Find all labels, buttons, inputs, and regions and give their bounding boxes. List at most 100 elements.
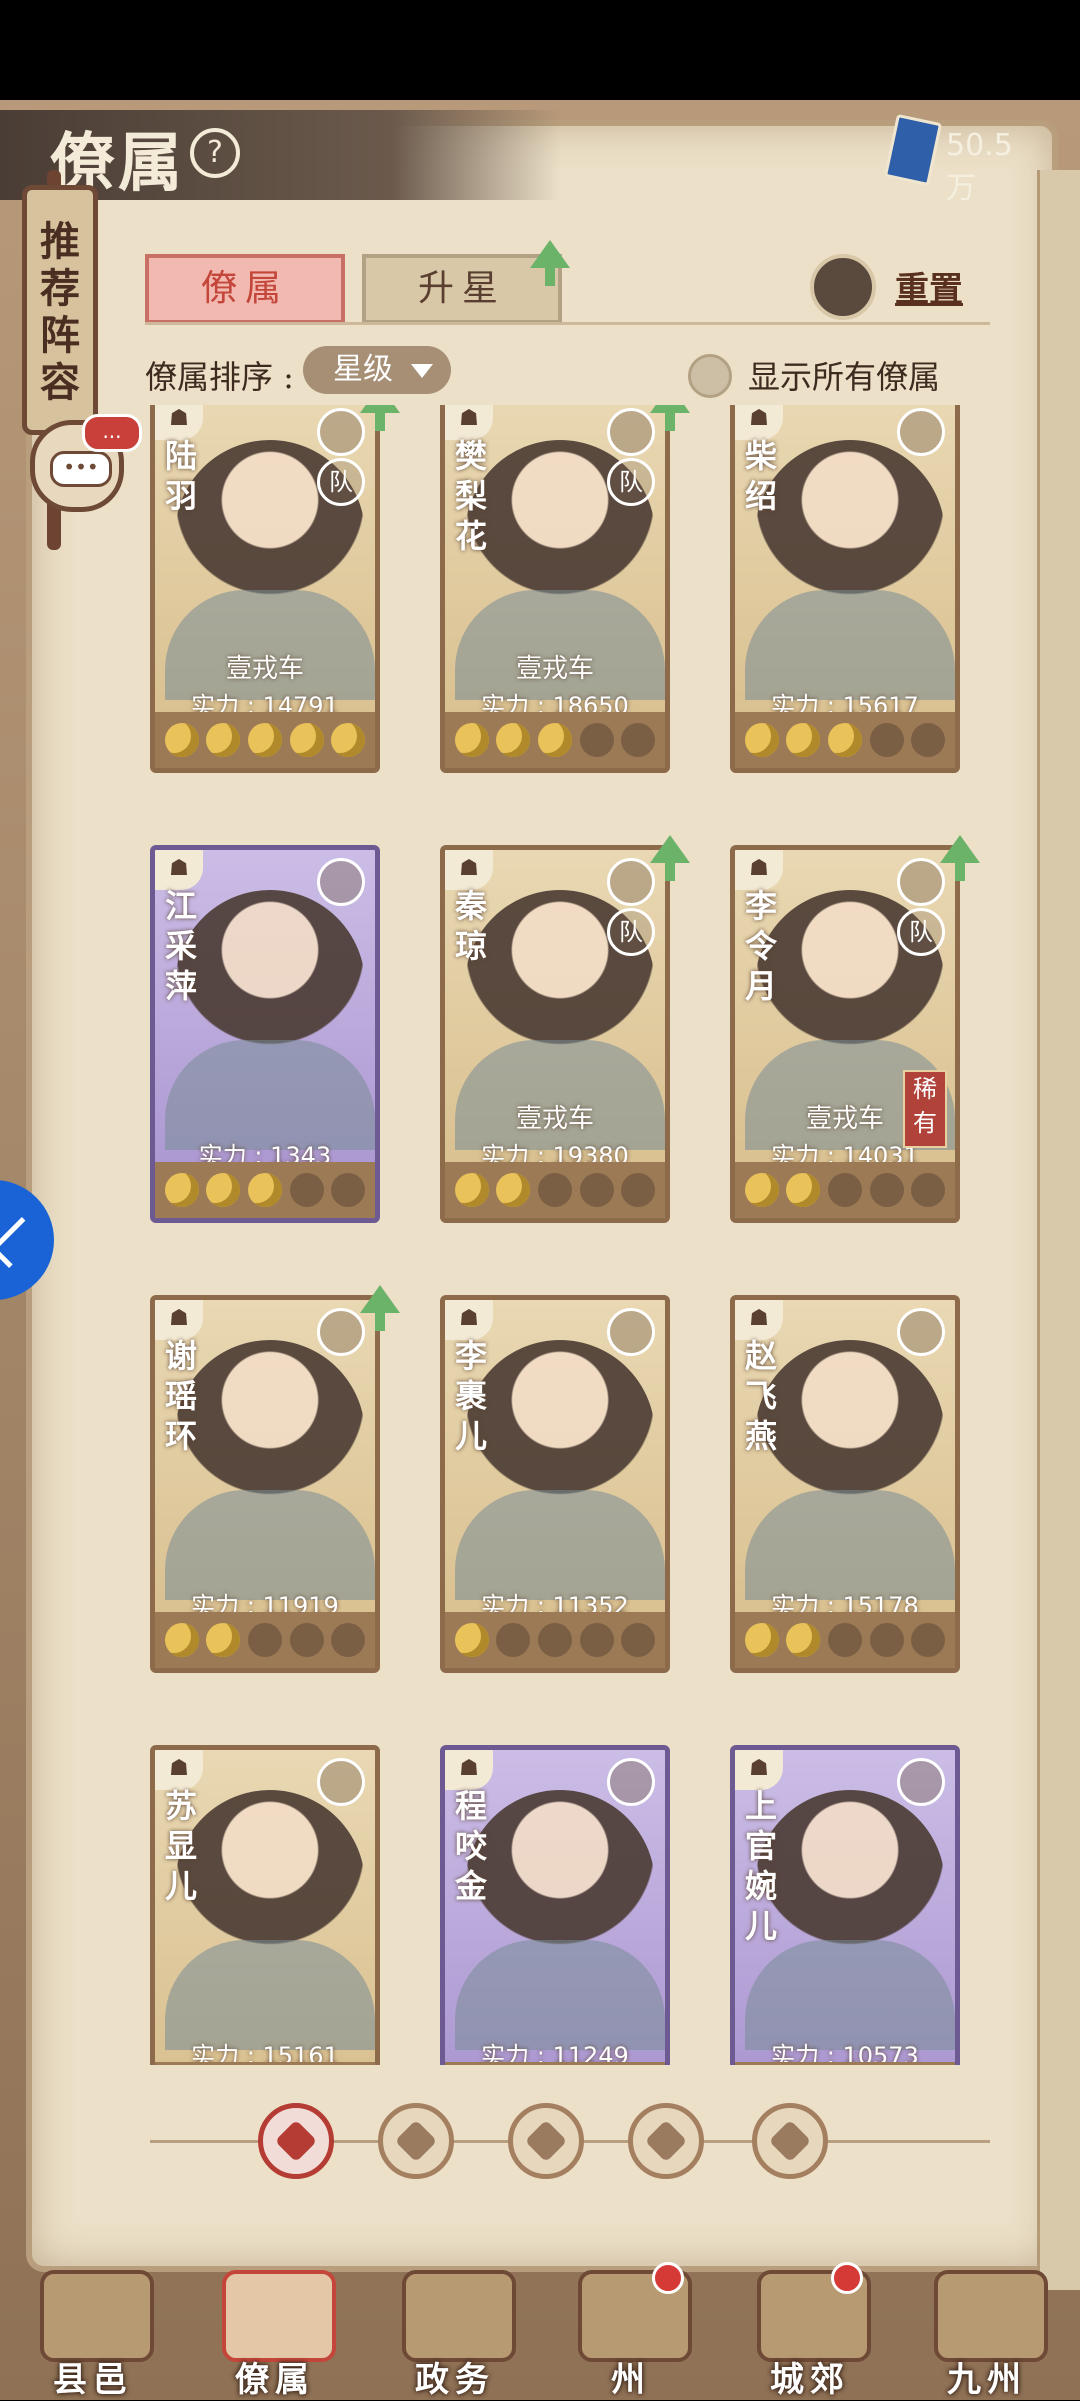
class-icon: ☗ [735,850,783,890]
moon-star-filled-icon [206,723,241,757]
nav-item-3[interactable]: 州 [556,2240,706,2400]
fan-filter-icon[interactable] [628,2103,704,2179]
officer-card[interactable]: ☗ 江采萍 实力 : 1343 [150,845,380,1223]
officer-robe [455,1940,665,2050]
star-row [735,1612,955,1668]
nav-item-2[interactable]: 政务 [380,2240,530,2400]
moon-star-empty-icon [247,1623,282,1657]
tab-liaoshu[interactable]: 僚属 [145,254,345,324]
nav-building-icon [222,2270,336,2362]
nav-building-icon [934,2270,1048,2362]
power-value: 实力 : 15161 [191,2042,339,2065]
filter-glyph [274,2119,318,2163]
team-label: 壹戎车 [515,654,594,684]
chevron-down-icon [411,364,433,378]
notification-dot [831,2262,863,2294]
notification-dot [652,2262,684,2294]
moon-star-filled-icon [744,1623,779,1657]
officer-card[interactable]: ☗ 樊梨花队壹戎车 实力 : 18650 [440,405,670,773]
officer-card[interactable]: ☗ 上官婉儿 实力 : 10573 [730,1745,960,2065]
reset-icon[interactable] [810,254,876,320]
sort-label: 僚属排序 : [145,358,294,396]
header-divider [145,322,990,325]
moon-star-filled-icon [247,723,282,757]
filter-glyph [644,2119,688,2163]
moon-star-empty-icon [827,1623,862,1657]
rare-badge: 稀有 [903,1070,947,1148]
nav-building-icon [402,2270,516,2362]
officer-card[interactable]: ☗ 秦琼队壹戎车 实力 : 19380 [440,845,670,1223]
moon-star-empty-icon [331,1173,366,1207]
power-value: 实力 : 10573 [771,2042,919,2065]
officer-name: 秦琼 [454,887,487,965]
star-row [445,2062,665,2065]
currency-display[interactable]: 50.5万 [883,113,1040,206]
officer-card[interactable]: ☗ 苏显儿 实力 : 15161 [150,1745,380,2065]
officer-robe [165,1490,375,1600]
currency-value: 50.5万 [946,128,1013,206]
moon-star-empty-icon [621,1173,656,1207]
upgrade-arrow-icon [360,1285,400,1331]
officer-card[interactable]: ☗ 赵飞燕 实力 : 15178 [730,1295,960,1673]
gourd-filter-icon[interactable] [508,2103,584,2179]
nav-label: 县邑 [53,2360,133,2400]
weapon-icon [317,1308,365,1356]
nav-label: 州 [611,2360,651,2400]
team-badge-icon: 队 [897,908,945,956]
weapon-icon [897,1758,945,1806]
sort-selected-value: 星级 [333,352,393,387]
filter-glyph [394,2119,438,2163]
officer-name: 樊梨花 [454,437,487,555]
nav-label: 政务 [415,2360,495,2400]
upgrade-arrow-icon [650,835,690,881]
officer-name: 李裹儿 [454,1337,487,1455]
all-filter-icon[interactable] [258,2103,334,2179]
helmet-filter-icon[interactable] [378,2103,454,2179]
sort-dropdown[interactable]: 星级 [303,346,451,394]
officer-card[interactable]: ☗ 陆羽队壹戎车 实力 : 14791 [150,405,380,773]
star-row [445,712,665,768]
weapon-icon [897,408,945,456]
officer-name: 苏显儿 [164,1787,197,1905]
officer-robe [745,590,955,700]
moon-star-empty-icon [621,1623,656,1657]
team-label: 壹戎车 [515,1104,594,1134]
show-all-radio[interactable] [688,354,732,398]
officer-card[interactable]: ☗ 李裹儿 实力 : 11352 [440,1295,670,1673]
moon-star-filled-icon [537,723,572,757]
nav-item-5[interactable]: 九州 [912,2240,1062,2400]
show-all-label: 显示所有僚属 [748,358,941,396]
officer-card[interactable]: ☗ 李令月队壹戎车 实力 : 14031 稀有 [730,845,960,1223]
upgrade-arrow-icon [360,405,400,431]
officer-name: 谢瑶环 [164,1337,197,1455]
beast-filter-icon[interactable] [752,2103,828,2179]
star-row [735,1162,955,1218]
officer-robe [745,1940,955,2050]
officer-card[interactable]: ☗ 谢瑶环 实力 : 11919 [150,1295,380,1673]
officer-card[interactable]: ☗ 程咬金 实力 : 11249 [440,1745,670,2065]
star-row [155,712,375,768]
star-row [155,1612,375,1668]
status-bar-area [0,0,1080,100]
recommend-lineup-button[interactable]: 推荐阵容 [22,185,98,435]
reset-button[interactable]: 重置 [895,262,963,311]
moon-star-empty-icon [911,1623,946,1657]
moon-star-filled-icon [164,723,199,757]
power-value: 实力 : 11249 [481,2042,629,2065]
officer-card[interactable]: ☗ 柴绍 实力 : 15617 [730,405,960,773]
nav-item-0[interactable]: 县邑 [18,2240,168,2400]
moon-star-empty-icon [289,1173,324,1207]
nav-item-1[interactable]: 僚属 [200,2240,350,2400]
moon-star-empty-icon [537,1623,572,1657]
moon-star-empty-icon [911,1173,946,1207]
weapon-icon [897,1308,945,1356]
moon-star-empty-icon [869,723,904,757]
weapon-icon [607,1308,655,1356]
moon-star-filled-icon [454,1173,489,1207]
moon-star-empty-icon [579,1173,614,1207]
weapon-icon [317,1758,365,1806]
question-circle-icon[interactable]: ? [190,128,240,178]
nav-item-4[interactable]: 城郊 [735,2240,885,2400]
nav-building-icon [40,2270,154,2362]
moon-star-filled-icon [744,1173,779,1207]
